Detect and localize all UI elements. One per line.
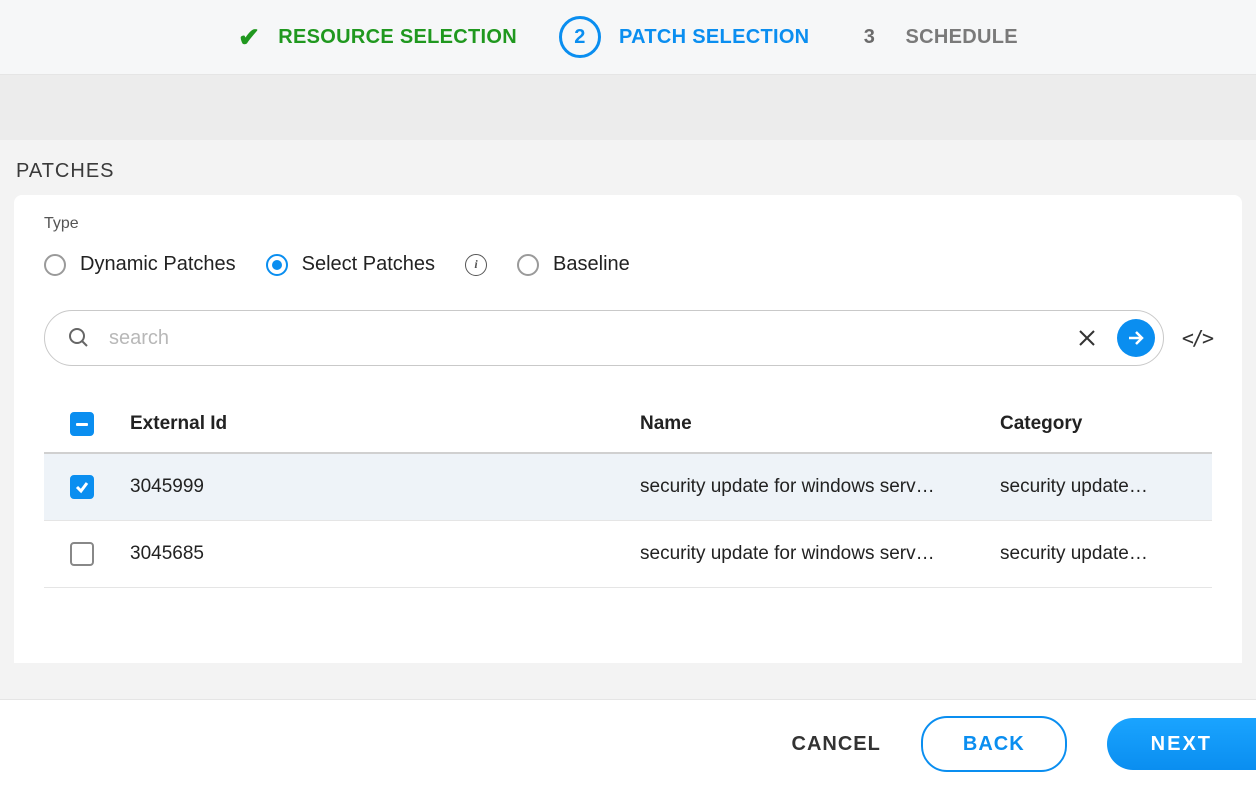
table-row[interactable]: 3045685 security update for windows serv… (44, 521, 1212, 588)
wizard-stepper: ✔ RESOURCE SELECTION 2 PATCH SELECTION 3… (0, 0, 1256, 75)
code-view-toggle[interactable]: </> (1182, 326, 1212, 350)
next-button[interactable]: NEXT (1107, 718, 1256, 770)
cell-external-id: 3045685 (130, 543, 640, 565)
info-icon[interactable]: i (465, 254, 487, 276)
check-icon (74, 479, 90, 495)
cancel-button[interactable]: CANCEL (792, 733, 881, 756)
cell-external-id: 3045999 (130, 476, 640, 498)
arrow-right-icon (1126, 328, 1146, 348)
column-header-category[interactable]: Category (1000, 413, 1196, 435)
section-title: PATCHES (0, 140, 1256, 195)
step-schedule[interactable]: 3 SCHEDULE (851, 19, 1017, 55)
row-checkbox[interactable] (70, 542, 94, 566)
column-header-external-id[interactable]: External Id (130, 413, 640, 435)
cell-category: security update… (1000, 476, 1196, 498)
radio-icon (517, 254, 539, 276)
search-row: </> (44, 310, 1212, 366)
patch-type-radio-group: Dynamic Patches Select Patches i Baselin… (44, 253, 1212, 276)
table-header-row: External Id Name Category (44, 396, 1212, 454)
type-label: Type (44, 215, 1212, 233)
row-checkbox[interactable] (70, 475, 94, 499)
step-label: RESOURCE SELECTION (278, 26, 517, 49)
search-field[interactable] (44, 310, 1164, 366)
cell-name: security update for windows serv… (640, 476, 1000, 498)
back-button[interactable]: BACK (921, 716, 1067, 772)
column-header-name[interactable]: Name (640, 413, 1000, 435)
clear-search-button[interactable] (1073, 324, 1101, 352)
select-all-checkbox[interactable] (70, 412, 94, 436)
step-number: 3 (851, 19, 887, 55)
close-icon (1078, 329, 1096, 347)
cell-name: security update for windows serv… (640, 543, 1000, 565)
radio-label: Select Patches (302, 253, 435, 276)
step-label: SCHEDULE (905, 26, 1017, 49)
patches-table: External Id Name Category 3045999 securi… (44, 396, 1212, 588)
step-patch-selection[interactable]: 2 PATCH SELECTION (559, 16, 809, 58)
sub-header-spacer (0, 75, 1256, 140)
wizard-footer: CANCEL BACK NEXT (0, 699, 1256, 788)
step-label: PATCH SELECTION (619, 26, 809, 49)
search-input[interactable] (107, 326, 1057, 351)
radio-icon (44, 254, 66, 276)
cell-category: security update… (1000, 543, 1196, 565)
radio-icon (266, 254, 288, 276)
step-number: 2 (559, 16, 601, 58)
radio-label: Dynamic Patches (80, 253, 236, 276)
search-icon (67, 326, 91, 350)
radio-label: Baseline (553, 253, 630, 276)
patches-card: Type Dynamic Patches Select Patches i Ba… (14, 195, 1242, 663)
step-resource-selection[interactable]: ✔ RESOURCE SELECTION (238, 24, 517, 50)
search-submit-button[interactable] (1117, 319, 1155, 357)
radio-baseline[interactable]: Baseline (517, 253, 630, 276)
radio-select-patches[interactable]: Select Patches (266, 253, 435, 276)
table-row[interactable]: 3045999 security update for windows serv… (44, 454, 1212, 521)
checkmark-icon: ✔ (238, 24, 260, 50)
radio-dynamic-patches[interactable]: Dynamic Patches (44, 253, 236, 276)
